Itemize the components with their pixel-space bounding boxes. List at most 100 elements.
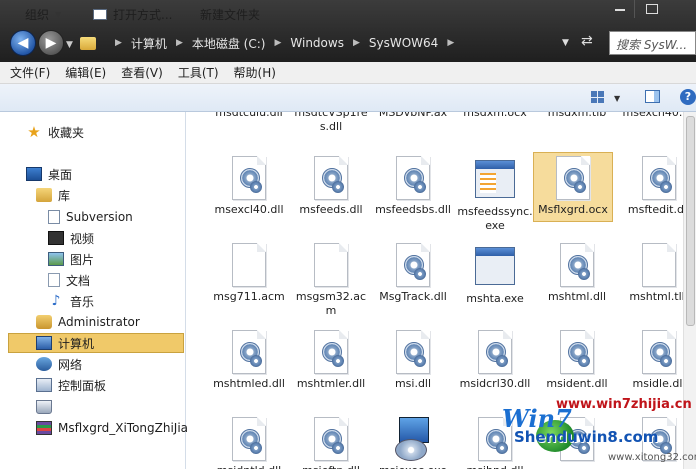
chevron-right-icon[interactable]: ▶	[353, 38, 360, 48]
folder-icon	[80, 36, 96, 50]
picture-icon	[48, 252, 64, 266]
file-item[interactable]: Msflxgrd.ocx	[533, 152, 613, 222]
gear-file-icon	[232, 330, 266, 374]
menu-file[interactable]: 文件(F)	[10, 64, 50, 81]
file-name: msfeeds.dll	[299, 203, 363, 216]
nav-label: 视频	[70, 231, 95, 246]
gear-file-icon	[556, 156, 590, 200]
gear-file-icon	[478, 330, 512, 374]
search-input[interactable]: 搜索 SysW...	[609, 31, 696, 55]
scrollbar-thumb[interactable]	[686, 116, 695, 326]
chevron-right-icon[interactable]: ▶	[274, 38, 281, 48]
menu-help[interactable]: 帮助(H)	[234, 64, 276, 81]
recycle-bin-icon	[36, 400, 52, 414]
nav-network[interactable]: 网络	[36, 354, 82, 374]
file-item[interactable]: mshtmled.dll	[209, 330, 289, 391]
generic-file-icon	[314, 243, 348, 287]
file-item[interactable]: msgsm32.acm	[291, 243, 371, 318]
forward-button[interactable]: ▶	[38, 30, 64, 56]
gear-file-icon	[232, 417, 266, 461]
menu-edit[interactable]: 编辑(E)	[65, 64, 106, 81]
nav-favorites[interactable]: ★ 收藏夹	[26, 122, 84, 142]
watermark-url: www.win7zhijia.cn	[556, 397, 692, 412]
video-icon	[48, 231, 64, 245]
nav-documents[interactable]: 文档	[48, 270, 90, 290]
file-item[interactable]: msdxm.ocx	[455, 112, 535, 120]
help-icon[interactable]: ?	[680, 89, 696, 105]
chevron-right-icon[interactable]: ▶	[115, 38, 122, 48]
file-name: mshta.exe	[466, 292, 524, 305]
view-options-icon[interactable]	[591, 91, 605, 103]
nav-subversion[interactable]: Subversion	[48, 207, 133, 227]
breadcrumb-local-disk[interactable]: 本地磁盘 (C:)	[192, 35, 266, 52]
minimize-button[interactable]	[605, 0, 635, 18]
file-name: msfeedsbs.dll	[375, 203, 451, 216]
file-item[interactable]: msexcl40.dll	[209, 156, 289, 217]
file-item[interactable]: mshtmler.dll	[291, 330, 371, 391]
file-item[interactable]: MsgTrack.dll	[373, 243, 453, 304]
nav-label: 桌面	[48, 167, 73, 182]
nav-label: 计算机	[58, 336, 95, 351]
organize-button[interactable]: 组织 ▼	[25, 6, 61, 23]
file-item[interactable]: msdxm.tlb	[537, 112, 617, 120]
maximize-button[interactable]	[636, 0, 666, 18]
file-item[interactable]: msfeedsbs.dll	[373, 156, 453, 217]
new-folder-button[interactable]: 新建文件夹	[200, 6, 260, 23]
gear-file-icon	[560, 243, 594, 287]
menu-view[interactable]: 查看(V)	[121, 64, 163, 81]
file-item[interactable]: msdtcVSp1res.dll	[291, 112, 371, 134]
file-name: Msflxgrd.ocx	[538, 203, 608, 216]
file-item[interactable]: mshtml.dll	[537, 243, 617, 304]
nav-control-panel[interactable]: 控制面板	[36, 375, 106, 395]
new-folder-label: 新建文件夹	[200, 8, 261, 22]
nav-videos[interactable]: 视频	[48, 228, 94, 248]
menu-bar: 文件(F) 编辑(E) 查看(V) 工具(T) 帮助(H)	[0, 62, 696, 84]
menu-tools[interactable]: 工具(T)	[178, 64, 219, 81]
file-item[interactable]: msident.dll	[537, 330, 617, 391]
file-item[interactable]: msfeedssync.exe	[455, 156, 535, 233]
nav-desktop[interactable]: 桌面	[26, 164, 72, 184]
breadcrumb-windows[interactable]: Windows	[290, 36, 344, 50]
view-dropdown-icon[interactable]: ▼	[614, 94, 620, 103]
open-with-button[interactable]: 打开方式...	[93, 6, 172, 23]
gear-file-icon	[314, 417, 348, 461]
nav-computer[interactable]: 计算机	[8, 333, 184, 353]
gear-file-icon	[642, 330, 676, 374]
refresh-icon[interactable]: ⇄	[581, 33, 593, 49]
nav-pictures[interactable]: 图片	[48, 249, 94, 269]
file-item[interactable]: msieftp.dll	[291, 417, 371, 469]
history-dropdown-icon[interactable]: ▼	[66, 40, 73, 50]
nav-label: 收藏夹	[48, 125, 85, 140]
file-item[interactable]: MSDvbNP.ax	[373, 112, 453, 120]
chevron-right-icon[interactable]: ▶	[447, 38, 454, 48]
back-button[interactable]: ◀	[10, 30, 36, 56]
file-item[interactable]: msiexec.exe	[373, 417, 453, 469]
file-name: msg711.acm	[213, 290, 285, 303]
nav-administrator[interactable]: Administrator	[36, 312, 140, 332]
nav-label: 文档	[66, 273, 91, 288]
file-name: mshtmled.dll	[213, 377, 285, 390]
file-item[interactable]: msi.dll	[373, 330, 453, 391]
document-icon	[48, 210, 60, 224]
file-item[interactable]: msidcrl30.dll	[455, 330, 535, 391]
chevron-right-icon[interactable]: ▶	[176, 38, 183, 48]
control-panel-icon	[36, 378, 52, 392]
breadcrumb-computer[interactable]: 计算机	[131, 35, 167, 52]
nav-recycle-bin[interactable]	[36, 397, 58, 417]
breadcrumb-syswow64[interactable]: SysWOW64	[369, 36, 438, 50]
address-dropdown-icon[interactable]: ▼	[562, 38, 569, 48]
nav-archive[interactable]: Msflxgrd_XiTongZhiJia.z	[36, 418, 198, 438]
nav-music[interactable]: ♪ 音乐	[48, 291, 94, 311]
file-name: MsgTrack.dll	[379, 290, 447, 303]
file-item[interactable]: mshta.exe	[455, 243, 535, 306]
gear-file-icon	[232, 156, 266, 200]
nav-libraries[interactable]: 库	[36, 185, 70, 205]
file-item[interactable]: msidntld.dll	[209, 417, 289, 469]
file-item[interactable]: msg711.acm	[209, 243, 289, 304]
file-item[interactable]: msdtcuiu.dll	[209, 112, 289, 120]
breadcrumb[interactable]: ▶ 计算机 ▶ 本地磁盘 (C:) ▶ Windows ▶ SysWOW64 ▶	[80, 30, 463, 56]
preview-pane-icon[interactable]	[645, 90, 660, 103]
gear-file-icon	[396, 243, 430, 287]
file-name: mshtmler.dll	[296, 377, 366, 390]
file-item[interactable]: msfeeds.dll	[291, 156, 371, 217]
